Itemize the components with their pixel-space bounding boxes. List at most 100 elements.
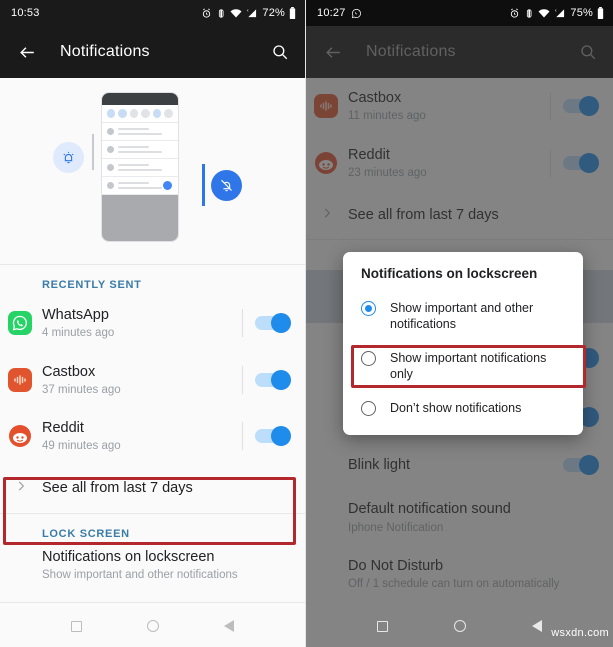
- page-title: Notifications: [366, 43, 456, 60]
- alarm-icon: [509, 8, 520, 19]
- mockup-notification-row: [101, 123, 178, 141]
- mockup-notification-row: [101, 177, 178, 195]
- app-name: WhatsApp: [42, 307, 109, 323]
- mockup-statusbar: [101, 93, 178, 105]
- status-bar: 10:53 x 72%: [0, 0, 305, 26]
- square-icon[interactable]: [377, 620, 388, 632]
- status-time: 10:27: [317, 7, 346, 19]
- page-title: Notifications: [60, 43, 150, 60]
- app-time: 23 minutes ago: [348, 166, 427, 179]
- list-item-reddit[interactable]: Reddit 23 minutes ago: [306, 135, 613, 192]
- app-bar: Notifications: [306, 26, 613, 78]
- item-title: Default notification sound: [348, 501, 511, 518]
- castbox-icon: [8, 367, 32, 392]
- row-divider: [242, 309, 243, 338]
- see-all-label: See all from last 7 days: [42, 480, 193, 497]
- circle-icon[interactable]: [454, 620, 466, 632]
- option-label: Show important notifications only: [390, 351, 547, 381]
- back-arrow-icon[interactable]: [16, 41, 38, 63]
- whatsapp-icon: [8, 311, 32, 336]
- row-divider: [242, 422, 243, 451]
- list-item-blink-light[interactable]: Blink light: [306, 441, 613, 489]
- list-item-reddit[interactable]: Reddit 49 minutes ago: [0, 408, 305, 465]
- status-bar: 10:27 x 75%: [306, 0, 613, 26]
- back-arrow-icon[interactable]: [322, 41, 344, 63]
- option-label: Show important and other notifications: [390, 301, 534, 331]
- settings-list: RECENTLY SENT WhatsApp 4 minutes ago Cas…: [0, 265, 305, 647]
- right-phone-screen: 10:27 x 75% Notifications Castbox 11 min…: [306, 0, 613, 647]
- item-subtitle: Off / 1 schedule can turn on automatical…: [348, 578, 560, 590]
- radio-selected-icon[interactable]: [361, 301, 376, 316]
- lock-screen-section: LOCK SCREEN Notifications on lockscreen …: [0, 514, 305, 603]
- whatsapp-status-icon: [351, 8, 362, 19]
- row-divider: [242, 365, 243, 394]
- toggle-whatsapp[interactable]: [255, 313, 291, 334]
- reddit-icon: [314, 151, 338, 175]
- toggle-reddit[interactable]: [563, 152, 599, 173]
- navigation-bar: [306, 605, 613, 647]
- list-item-whatsapp[interactable]: WhatsApp 4 minutes ago: [0, 295, 305, 352]
- app-name: Reddit: [42, 420, 84, 436]
- svg-text:x: x: [555, 8, 557, 12]
- dialog-title: Notifications on lockscreen: [361, 266, 538, 281]
- square-icon[interactable]: [70, 620, 82, 632]
- mockup-notification-row: [101, 141, 178, 159]
- app-time: 4 minutes ago: [42, 327, 115, 340]
- item-title: Do Not Disturb: [348, 557, 444, 574]
- list-item-see-all[interactable]: See all from last 7 days: [306, 191, 613, 239]
- row-divider: [550, 92, 551, 121]
- svg-text:x: x: [247, 8, 249, 12]
- toggle-reddit[interactable]: [255, 426, 291, 447]
- toggle-blink-light[interactable]: [563, 455, 599, 476]
- battery-icon: [289, 7, 296, 19]
- notifications-illustration: [0, 78, 305, 264]
- list-item-notifications-on-lockscreen[interactable]: Notifications on lockscreen Show importa…: [0, 544, 305, 597]
- app-time: 49 minutes ago: [42, 440, 121, 453]
- left-phone-screen: 10:53 x 72% Notifications RECENTLY SENT …: [0, 0, 306, 647]
- list-item-default-sound[interactable]: Default notification sound Iphone Notifi…: [306, 489, 613, 546]
- reddit-icon: [8, 424, 32, 448]
- dialog-option-dont-show[interactable]: Don’t show notifications: [343, 391, 583, 425]
- chevron-right-icon: [14, 479, 28, 498]
- app-name: Castbox: [348, 90, 402, 106]
- navigation-bar: [0, 605, 305, 647]
- chevron-right-icon: [320, 206, 334, 225]
- illustration-tick-left: [91, 134, 94, 170]
- list-item-see-all[interactable]: See all from last 7 days: [0, 465, 305, 513]
- alarm-icon: [201, 8, 212, 19]
- list-item-castbox[interactable]: Castbox 11 minutes ago: [306, 78, 613, 135]
- row-divider: [550, 148, 551, 177]
- section-label-recently-sent: RECENTLY SENT: [42, 279, 142, 291]
- see-all-label: See all from last 7 days: [348, 206, 499, 223]
- triangle-back-icon[interactable]: [224, 620, 235, 632]
- list-item-do-not-disturb[interactable]: Do Not Disturb Off / 1 schedule can turn…: [306, 546, 613, 603]
- mockup-notification-row: [101, 159, 178, 177]
- item-title: Blink light: [348, 457, 411, 474]
- item-subtitle: Iphone Notification: [348, 521, 444, 534]
- item-subtitle: Show important and other notifications: [42, 568, 238, 581]
- item-title: Notifications on lockscreen: [42, 548, 215, 565]
- search-icon[interactable]: [269, 41, 291, 63]
- circle-icon[interactable]: [146, 620, 159, 632]
- radio-icon[interactable]: [361, 401, 376, 416]
- list-item-castbox[interactable]: Castbox 37 minutes ago: [0, 352, 305, 409]
- radio-icon[interactable]: [361, 351, 376, 366]
- dialog-option-show-important-only[interactable]: Show important notifications only: [343, 341, 583, 391]
- wifi-icon: [230, 8, 242, 19]
- toggle-castbox[interactable]: [255, 369, 291, 390]
- search-icon[interactable]: [577, 41, 599, 63]
- battery-percent: 72%: [262, 7, 285, 19]
- watermark: wsxdn.com: [551, 627, 609, 639]
- bell-icon: [52, 142, 84, 173]
- triangle-back-icon[interactable]: [532, 620, 542, 632]
- mockup-quick-toggles: [101, 105, 178, 123]
- signal-icon: x: [246, 8, 257, 19]
- section-label-lock-screen: LOCK SCREEN: [42, 527, 130, 540]
- app-name: Reddit: [348, 146, 390, 163]
- option-label: Don’t show notifications: [390, 401, 522, 415]
- dialog-option-show-important-and-other[interactable]: Show important and other notifications: [343, 291, 583, 341]
- bell-off-icon: [210, 170, 242, 201]
- toggle-castbox[interactable]: [563, 96, 599, 117]
- app-time: 11 minutes ago: [348, 110, 426, 123]
- battery-percent: 75%: [570, 7, 593, 19]
